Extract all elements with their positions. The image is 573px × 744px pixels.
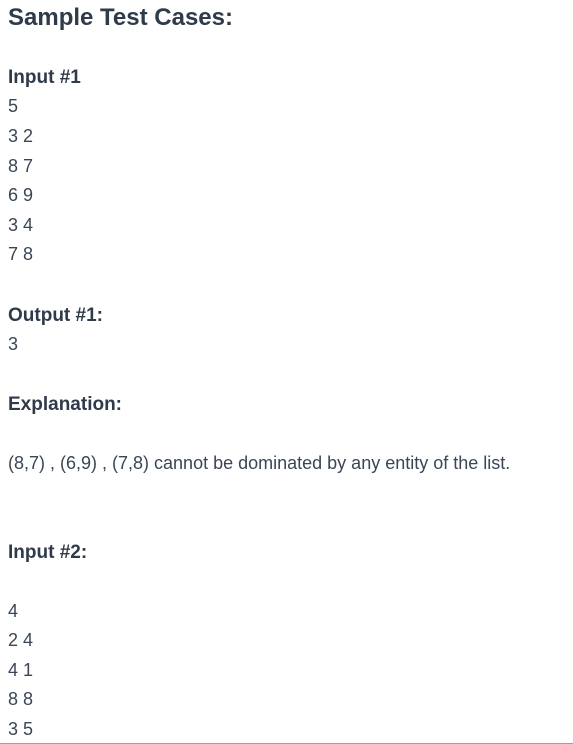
explanation-text: (8,7) , (6,9) , (7,8) cannot be dominate… <box>8 453 511 473</box>
output-1-heading: Output #1: <box>8 305 103 326</box>
input-2-line: 4 1 <box>8 660 34 680</box>
input-1-line: 7 8 <box>8 244 34 264</box>
page-title: Sample Test Cases: <box>8 4 233 31</box>
output-1-line: 3 <box>8 334 19 354</box>
input-2-line: 4 <box>8 601 19 621</box>
input-1-line: 3 2 <box>8 126 34 146</box>
input-2-line: 8 8 <box>8 689 34 709</box>
input-2-line: 3 5 <box>8 719 34 739</box>
input-2-line: 2 4 <box>8 630 34 650</box>
input-1-line: 5 <box>8 96 19 116</box>
input-1-line: 3 4 <box>8 215 34 235</box>
input-2-heading: Input #2: <box>8 542 88 563</box>
input-1-line: 6 9 <box>8 185 34 205</box>
input-1-line: 8 7 <box>8 156 34 176</box>
input-1-heading: Input #1 <box>8 67 81 88</box>
explanation-heading: Explanation: <box>8 394 123 415</box>
